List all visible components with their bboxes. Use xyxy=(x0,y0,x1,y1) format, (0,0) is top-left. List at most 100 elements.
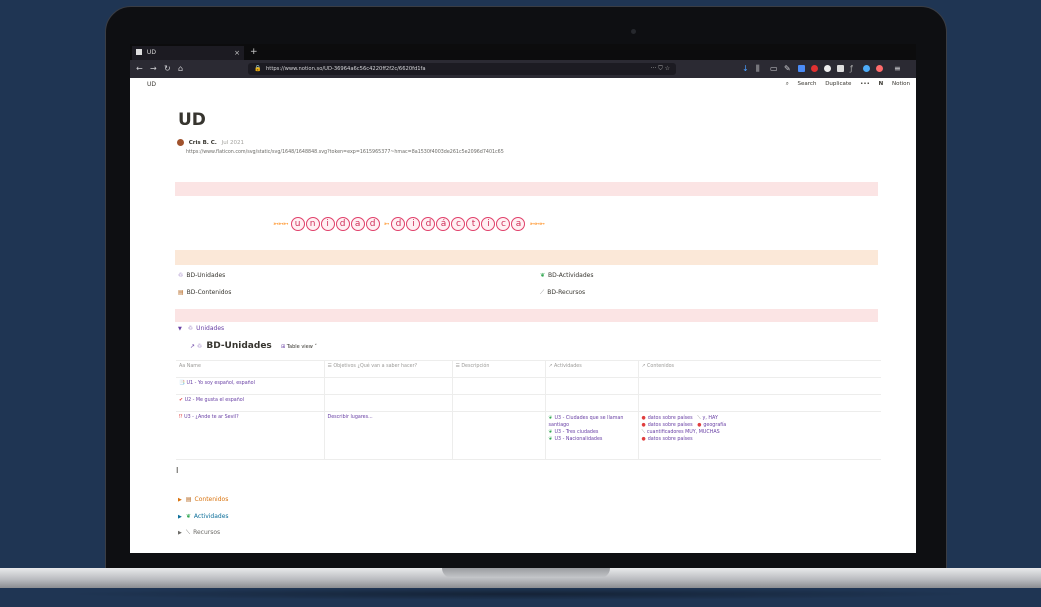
letter-bubble: c xyxy=(496,217,511,231)
content-link[interactable]: ● datos sobre países xyxy=(642,416,693,421)
extension-pink-icon[interactable] xyxy=(876,65,883,72)
table-row[interactable]: 📑 U1 - Yo soy español, español xyxy=(176,377,881,395)
descripcion-cell[interactable] xyxy=(452,377,546,395)
activity-link[interactable]: ❦ U3 - Tres ciudades xyxy=(549,429,635,436)
column-header[interactable]: ↗ Actividades xyxy=(545,360,639,378)
column-header[interactable]: Aa Name xyxy=(176,360,325,378)
objetivos-cell[interactable]: Describir lugares... xyxy=(324,411,453,460)
letter-bubble: i xyxy=(320,217,335,231)
extension-leaf-icon[interactable]: ƒ xyxy=(850,63,853,75)
activity-link[interactable]: ❦ U3 - Nacionalidades xyxy=(549,436,635,443)
library-icon[interactable]: ⫼ xyxy=(756,63,760,75)
link-bd-recursos[interactable]: ⟋ BD-Recursos xyxy=(540,289,585,297)
content-link[interactable]: ● datos sobre países xyxy=(642,437,693,442)
close-tab-icon[interactable]: × xyxy=(234,46,240,60)
letter-bubble: c xyxy=(451,217,466,231)
download-icon[interactable]: ↓ xyxy=(742,63,749,75)
database-title[interactable]: ↗ ♲ BD-Unidades xyxy=(190,341,272,351)
row-name-cell[interactable]: 📑 U1 - Yo soy español, español xyxy=(176,377,325,395)
extension-red-icon[interactable] xyxy=(811,65,818,72)
link-bd-unidades[interactable]: ♲ BD-Unidades xyxy=(178,272,225,279)
content-link[interactable]: ● datos sobre países xyxy=(642,423,693,428)
duplicate-button[interactable]: Duplicate xyxy=(825,81,851,87)
link-label: BD-Contenidos xyxy=(186,289,232,296)
toggle-label: Unidades xyxy=(196,325,225,332)
toggle-unidades[interactable]: ▼ ♲ Unidades xyxy=(178,325,224,332)
link-bd-contenidos[interactable]: ▤ BD-Contenidos xyxy=(178,289,231,296)
content-label: geografía xyxy=(703,423,727,428)
content-label: datos sobre países xyxy=(647,437,693,442)
pen-icon[interactable]: ✎ xyxy=(784,63,791,75)
camera xyxy=(631,29,636,34)
red-dot-icon: ● xyxy=(641,416,646,421)
row-name-cell[interactable]: ✔ U2 - Me gusta el español xyxy=(176,394,325,412)
activity-label: U3 - Nacionalidades xyxy=(554,437,603,442)
source-link[interactable]: https://www.flaticon.com/svg/static/svg/… xyxy=(186,150,504,155)
actividades-cell[interactable] xyxy=(545,394,639,412)
arrow-decoration: ➳➳➳ xyxy=(529,220,545,228)
row-name: U2 - Me gusta el español xyxy=(184,398,245,403)
toggle-actividades[interactable]: ▶ ❦ Actividades xyxy=(178,513,229,520)
actividades-cell[interactable] xyxy=(545,377,639,395)
descripcion-cell[interactable] xyxy=(452,394,546,412)
more-button[interactable]: ••• xyxy=(860,81,870,87)
letter-bubble: a xyxy=(511,217,526,231)
url-actions[interactable]: ··· ⛉ ☆ xyxy=(651,63,670,75)
forward-icon[interactable]: → xyxy=(150,63,157,75)
column-header[interactable]: ☰ Descripción xyxy=(452,360,546,378)
tab-bar: UD × + xyxy=(130,44,916,60)
row-name-cell[interactable]: ⁉ U3 - ¿Ande te ar Sevil? xyxy=(176,411,325,460)
breadcrumb[interactable]: UD xyxy=(147,81,156,88)
extension-blue-icon[interactable] xyxy=(863,65,870,72)
notion-button[interactable]: N Notion xyxy=(879,81,910,87)
back-icon[interactable]: ← xyxy=(136,63,143,75)
home-icon[interactable]: ⌂ xyxy=(178,63,183,75)
sidebar-icon[interactable]: ▭ xyxy=(770,63,778,75)
objetivos-cell[interactable] xyxy=(324,377,453,395)
url-bar[interactable]: 🔒 https://www.notion.so/UD-3696​4a6c56c4… xyxy=(248,63,676,75)
activity-label: U3 - Tres ciudades xyxy=(554,430,599,435)
search-button[interactable]: ⌕ Search xyxy=(786,81,817,87)
content-label: datos sobre países xyxy=(647,423,693,428)
toggle-label: Recursos xyxy=(193,529,221,536)
actividades-cell[interactable]: ❦ U3 - Ciudades que se llaman santiago ❦ U… xyxy=(545,411,639,460)
new-tab-button[interactable]: + xyxy=(250,46,258,58)
menu-icon[interactable]: ≡ xyxy=(894,63,901,75)
page-title[interactable]: UD xyxy=(178,110,206,130)
content-link[interactable]: ⟍ cuantificadores MUY, MUCHAS xyxy=(642,430,720,435)
table-row[interactable]: ⁉ U3 - ¿Ande te ar Sevil? Describir luga… xyxy=(176,411,881,460)
contenidos-cell[interactable] xyxy=(638,394,881,412)
browser-tab[interactable]: UD × xyxy=(132,46,244,60)
column-header[interactable]: ↗ Contenidos xyxy=(638,360,881,378)
contenidos-cell[interactable]: ● datos sobre países ⟍ y, HAY ● datos sobre… xyxy=(638,411,881,460)
wand-icon: ⟍ xyxy=(697,416,701,421)
descripcion-cell[interactable] xyxy=(452,411,546,460)
letter-bubble: d xyxy=(421,217,436,231)
content-link[interactable]: ⟍ y, HAY xyxy=(697,416,718,421)
view-label: Table view xyxy=(286,344,313,350)
red-dot-icon: ● xyxy=(641,423,646,428)
objetivos-cell[interactable] xyxy=(324,394,453,412)
red-dot-icon: ● xyxy=(641,437,646,442)
link-label: BD-Unidades xyxy=(186,272,226,279)
link-bd-actividades[interactable]: ❦ BD-Actividades xyxy=(540,272,593,279)
extension-s-icon[interactable] xyxy=(798,65,805,72)
notion-label: Notion xyxy=(891,81,910,87)
extension-square-icon[interactable] xyxy=(837,65,844,72)
toggle-contenidos[interactable]: ▶ ▤ Contenidos xyxy=(178,496,228,503)
lock-icon: 🔒 xyxy=(254,65,262,72)
toggle-recursos[interactable]: ▶ ⟍ Recursos xyxy=(178,529,220,537)
toggle-open-icon: ▼ xyxy=(178,326,182,332)
table-row[interactable]: ✔ U2 - Me gusta el español xyxy=(176,394,881,412)
activity-link[interactable]: ❦ U3 - Ciudades que se llaman santiago xyxy=(549,415,635,429)
chevron-down-icon: ˅ xyxy=(314,344,317,350)
contenidos-cell[interactable] xyxy=(638,377,881,395)
table-view-selector[interactable]: ⊞ Table view ˅ xyxy=(281,344,317,350)
letter-bubble: i xyxy=(481,217,496,231)
content-link[interactable]: ● geografía xyxy=(697,423,726,428)
reload-icon[interactable]: ↻ xyxy=(164,63,171,75)
table-icon: ⊞ xyxy=(281,344,286,350)
arrow-decoration: ➳ xyxy=(383,220,390,228)
extension-gear-icon[interactable] xyxy=(824,65,831,72)
column-header[interactable]: ☰ Objetivos ¿Qué van a saber hacer? xyxy=(324,360,453,378)
